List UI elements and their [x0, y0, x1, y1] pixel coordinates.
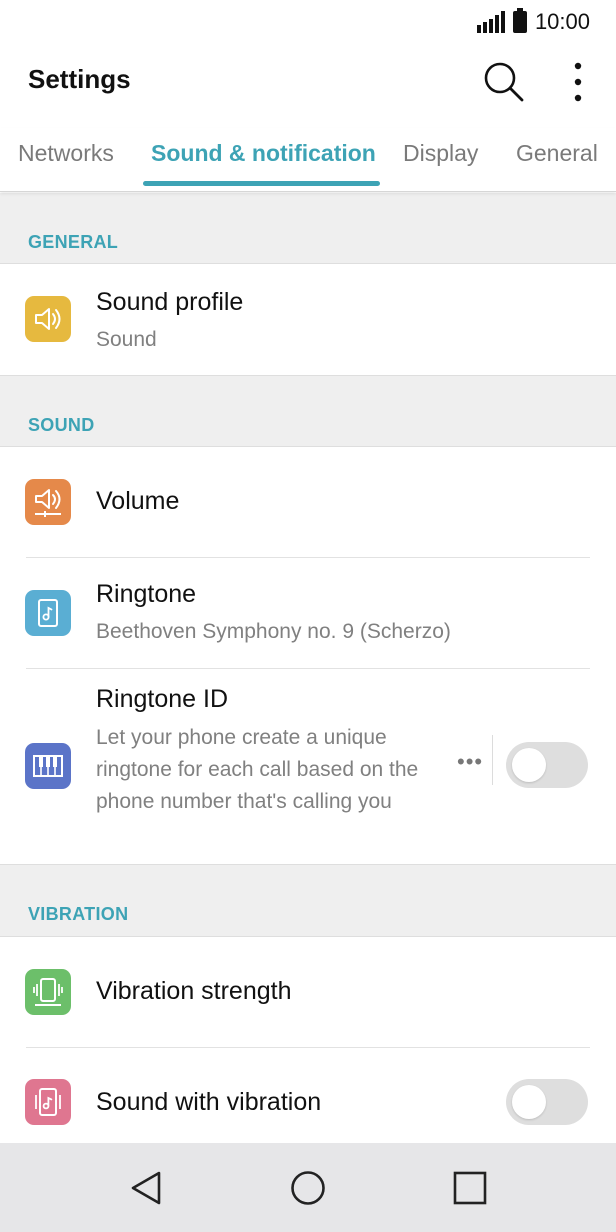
vibration-strength-item[interactable]: Vibration strength [0, 937, 616, 1047]
item-title: Ringtone [96, 580, 197, 608]
more-vert-icon [574, 62, 582, 102]
ringtone-item[interactable]: Ringtone Beethoven Symphony no. 9 (Scher… [0, 558, 616, 668]
sound-vibrate-icon [25, 1079, 71, 1125]
toggle-knob [512, 1085, 546, 1119]
group-general: Sound profile Sound [0, 263, 616, 376]
navigation-bar [0, 1143, 616, 1232]
app-bar: Settings [0, 44, 616, 118]
vertical-divider [492, 735, 493, 785]
sound-with-vibration-item[interactable]: Sound with vibration [0, 1048, 616, 1143]
tab-general[interactable]: General [516, 140, 598, 167]
home-icon [291, 1171, 325, 1205]
signal-icon [476, 11, 505, 33]
section-header-vibration: VIBRATION [0, 865, 616, 937]
tab-sound-notification[interactable]: Sound & notification [151, 140, 376, 167]
ringtone-id-item[interactable]: Ringtone ID Let your phone create a uniq… [0, 669, 616, 864]
back-button[interactable] [121, 1163, 171, 1213]
tab-bar: Networks Sound & notification Display Ge… [0, 128, 616, 192]
sound-profile-item[interactable]: Sound profile Sound [0, 264, 616, 375]
back-icon [131, 1171, 161, 1205]
page-title: Settings [28, 64, 131, 94]
speaker-icon [25, 296, 71, 342]
toggle-knob [512, 748, 546, 782]
item-title: Ringtone ID [96, 685, 229, 713]
item-subtitle: Beethoven Symphony no. 9 (Scherzo) [96, 620, 451, 643]
item-title: Volume [96, 487, 180, 515]
search-button[interactable] [478, 56, 530, 108]
sound-with-vibration-toggle[interactable] [506, 1079, 588, 1125]
section-title: GENERAL [28, 232, 119, 252]
status-indicators: 10:00 [476, 8, 590, 36]
recents-button[interactable] [445, 1163, 495, 1213]
group-vibration: Vibration strength Sound with vibration [0, 936, 616, 1143]
home-button[interactable] [283, 1163, 333, 1213]
music-file-icon [25, 590, 71, 636]
item-title: Sound profile [96, 288, 244, 316]
status-time: 10:00 [534, 9, 590, 34]
settings-list[interactable]: GENERAL Sound profile Sound SOUND Volume… [0, 193, 616, 1143]
search-icon [484, 62, 524, 102]
status-bar: 10:00 [0, 0, 616, 44]
battery-icon [512, 8, 527, 33]
piano-keys-icon [25, 743, 71, 789]
volume-icon [25, 479, 71, 525]
section-header-sound: SOUND [0, 376, 616, 448]
tab-display[interactable]: Display [403, 140, 478, 167]
more-options-button[interactable] [556, 56, 600, 108]
tab-networks[interactable]: Networks [18, 140, 114, 167]
section-header-general: GENERAL [0, 193, 616, 265]
section-title: VIBRATION [28, 904, 129, 924]
more-options-dots[interactable]: ••• [457, 749, 483, 775]
item-title: Vibration strength [96, 977, 292, 1005]
vibrate-phone-icon [25, 969, 71, 1015]
recents-icon [453, 1171, 487, 1205]
item-subtitle: Sound [96, 328, 157, 351]
ringtone-id-toggle[interactable] [506, 742, 588, 788]
tab-indicator [143, 181, 380, 186]
item-title: Sound with vibration [96, 1088, 322, 1116]
volume-item[interactable]: Volume [0, 447, 616, 557]
group-sound: Volume Ringtone Beethoven Symphony no. 9… [0, 446, 616, 865]
item-subtitle: Let your phone create a unique ringtone … [96, 726, 419, 813]
section-title: SOUND [28, 415, 95, 435]
